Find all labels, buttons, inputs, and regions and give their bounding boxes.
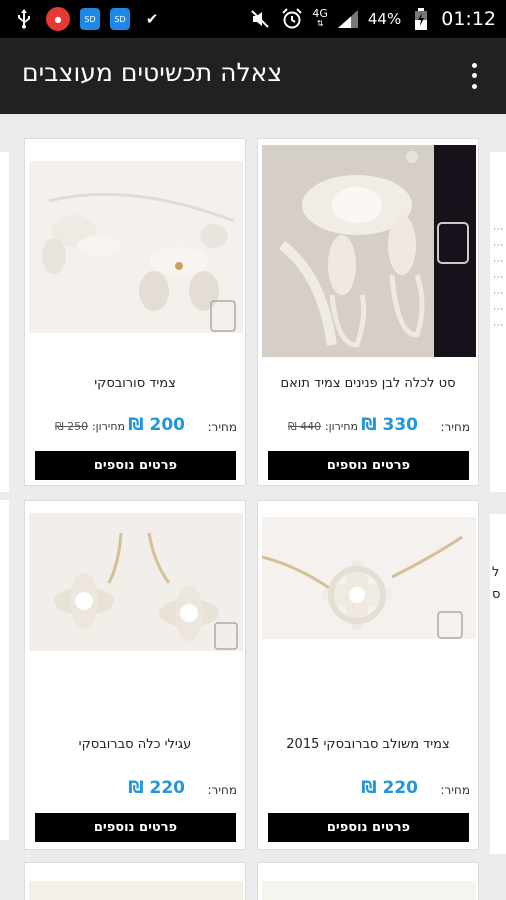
status-bar: ● SD SD ✔ 4G ⇅ 44% 01:12 [0, 0, 506, 38]
signal-icon [336, 7, 360, 31]
sd-card-icon: SD [80, 8, 100, 30]
app-bar: צאלה תכשיטים מעוצבים [0, 38, 506, 114]
old-price-value: 440 ₪ [288, 420, 322, 433]
old-price-label: מחירון: [91, 420, 125, 433]
price-value: 220 ₪ [128, 778, 185, 798]
price-row: מחיר: 220 ₪ [258, 778, 478, 802]
mute-icon [248, 7, 272, 31]
product-image[interactable] [262, 145, 476, 357]
price-label: מחיר: [440, 420, 471, 434]
price-label: מחיר: [207, 783, 238, 797]
left-page-fragment [0, 152, 9, 492]
price-row: מחיר: 330 ₪ מחירון: 440 ₪ [258, 415, 478, 439]
price-row: מחיר: 220 ₪ [25, 778, 245, 802]
left-page-fragment [0, 500, 9, 840]
product-name[interactable]: צמיד משולב סברובסקי 2015 [258, 737, 478, 752]
product-image[interactable] [29, 513, 243, 651]
network-type: 4G ⇅ [312, 7, 328, 28]
more-details-button[interactable]: פרטים נוספים [268, 813, 469, 842]
product-card[interactable]: עגילי כלה סברובסקי מחיר: 220 ₪ פרטים נוס… [24, 500, 246, 850]
more-details-button[interactable]: פרטים נוספים [35, 451, 236, 480]
more-vertical-icon[interactable] [462, 60, 486, 92]
product-card[interactable]: סט לכלה לבן פנינים צמיד תואם מחיר: 330 ₪… [257, 138, 479, 486]
price-label: מחיר: [440, 783, 471, 797]
product-image[interactable] [29, 161, 243, 333]
old-price-label: מחירון: [324, 420, 358, 433]
price-label: מחיר: [207, 420, 238, 434]
product-card[interactable]: צמיד משולב סברובסקי 2015 מחיר: 220 ₪ פרט… [257, 500, 479, 850]
product-image[interactable] [262, 881, 476, 900]
more-details-button[interactable]: פרטים נוספים [268, 451, 469, 480]
price-value: 200 ₪ [128, 415, 185, 435]
price-value: 330 ₪ [361, 415, 418, 435]
alarm-icon [280, 7, 304, 31]
price-row: מחיר: 200 ₪ מחירון: 250 ₪ [25, 415, 245, 439]
product-name[interactable]: צמיד סורובסקי [25, 376, 245, 391]
product-card[interactable] [257, 862, 479, 900]
clock: 01:12 [441, 8, 496, 30]
right-page-fragment: ⋯ ⋯ ⋯ ⋯ ⋯ ⋯ ⋯ [490, 152, 506, 492]
product-name[interactable]: סט לכלה לבן פנינים צמיד תואם [258, 376, 478, 391]
more-details-button[interactable]: פרטים נוספים [35, 813, 236, 842]
product-card[interactable]: צמיד סורובסקי מחיר: 200 ₪ מחירון: 250 ₪ … [24, 138, 246, 486]
product-image[interactable] [29, 881, 243, 900]
price-value: 220 ₪ [361, 778, 418, 798]
battery-percent: 44% [367, 10, 402, 28]
check-icon: ✔ [145, 10, 159, 28]
sd-card-icon: SD [110, 8, 130, 30]
app-title: צאלה תכשיטים מעוצבים [22, 58, 283, 87]
product-image[interactable] [262, 517, 476, 639]
product-grid[interactable]: ⋯ ⋯ ⋯ ⋯ ⋯ ⋯ ⋯ ל ס סט לכלה לבן פנינים צמיד תואם… [0, 114, 506, 900]
app-notification-icon: ● [46, 7, 70, 31]
battery-icon [409, 7, 433, 31]
old-price-value: 250 ₪ [55, 420, 89, 433]
product-name[interactable]: עגילי כלה סברובסקי [25, 737, 245, 752]
product-card[interactable] [24, 862, 246, 900]
right-page-fragment: ל ס [490, 514, 506, 854]
usb-icon [12, 7, 36, 31]
side-fragment-text: ל ס [492, 565, 501, 602]
